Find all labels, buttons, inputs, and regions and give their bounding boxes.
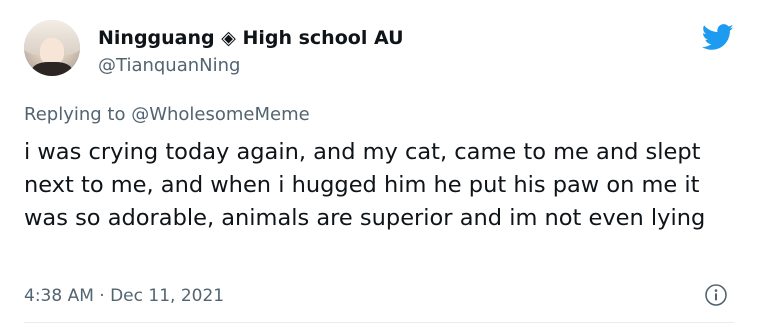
reply-prefix: Replying to (24, 104, 132, 125)
avatar[interactable] (24, 20, 80, 76)
tweet-card: Ningguang ◈ High school AU @TianquanNing… (0, 0, 758, 329)
tweet-text: i was crying today again, and my cat, ca… (24, 139, 706, 231)
twitter-bird-icon[interactable] (702, 24, 734, 51)
avatar-body (32, 62, 72, 76)
tweet-timestamp[interactable]: 4:38 AM · Dec 11, 2021 (24, 286, 224, 306)
user-handle[interactable]: @TianquanNing (98, 55, 240, 76)
display-name[interactable]: Ningguang ◈ High school AU (98, 27, 404, 49)
reply-mention-link[interactable]: @WholesomeMeme (131, 104, 310, 125)
reply-context: Replying to @WholesomeMeme (24, 104, 310, 125)
info-icon[interactable] (704, 283, 728, 307)
divider (24, 322, 734, 323)
